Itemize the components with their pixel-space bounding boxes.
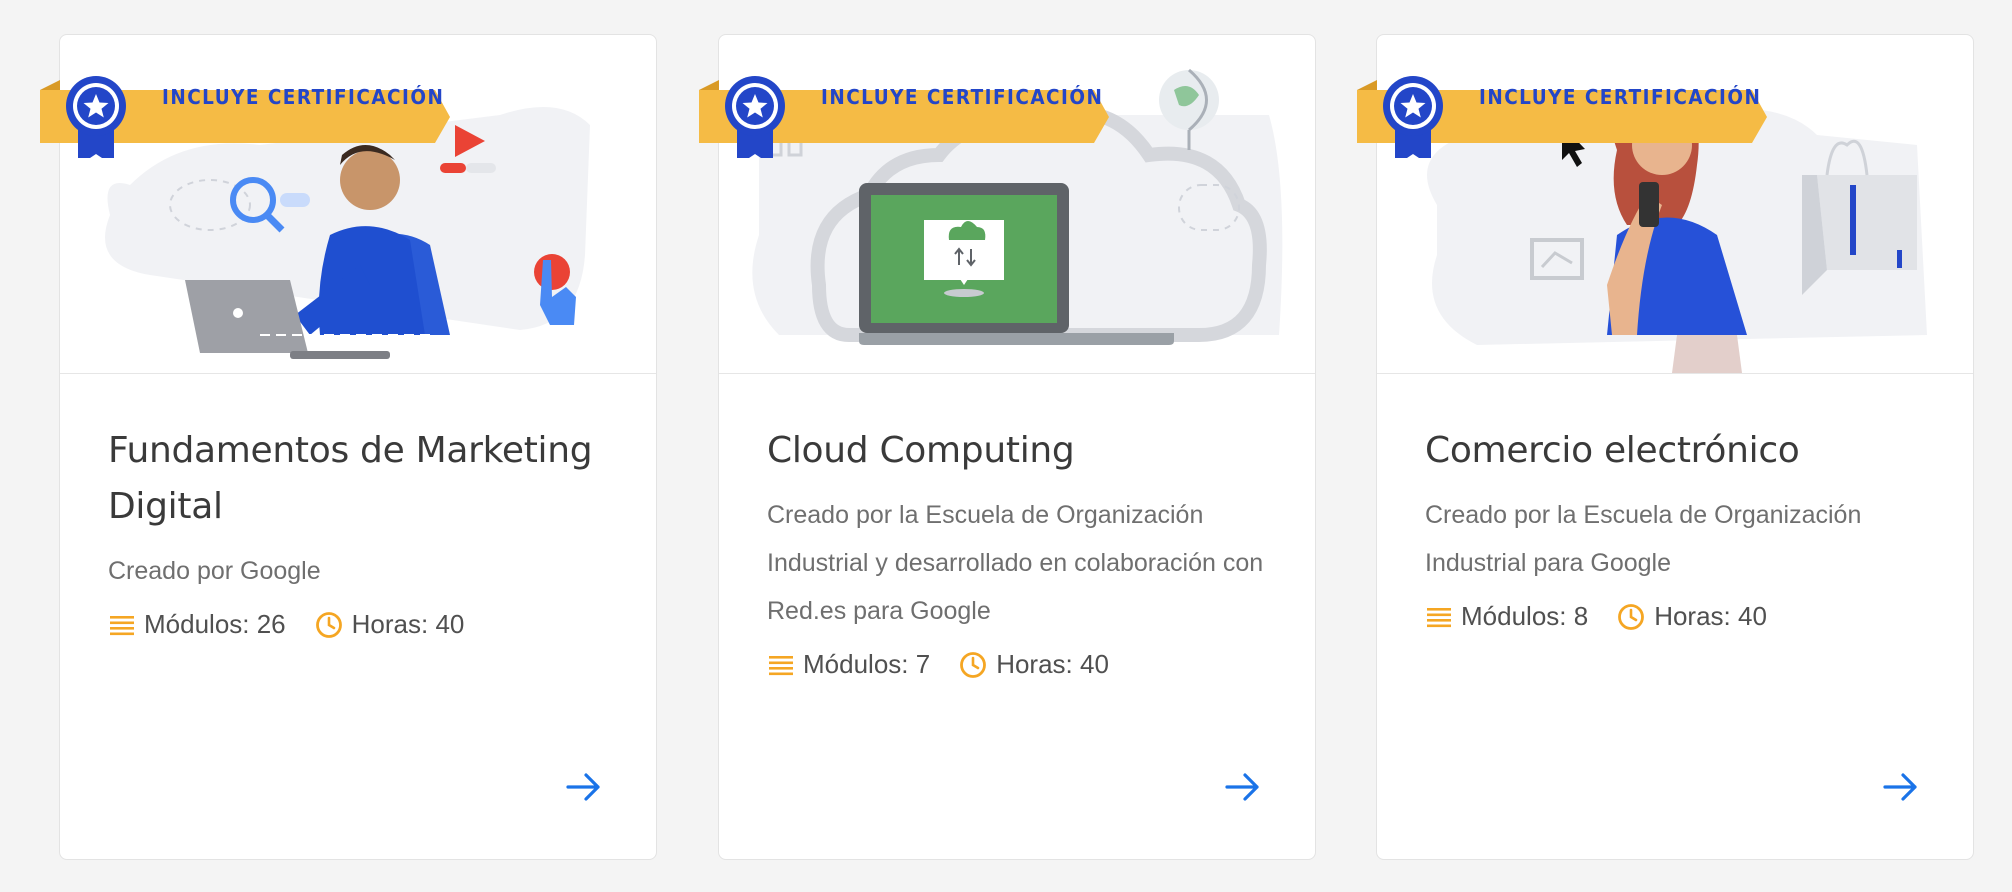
hours-info: Horas: 40: [1616, 601, 1767, 632]
course-card-ecommerce[interactable]: INCLUYE CERTIFICACIÓN Comercio electróni…: [1357, 34, 1974, 860]
open-course-button[interactable]: [1881, 767, 1921, 807]
open-course-button[interactable]: [564, 767, 604, 807]
hours-label: Horas: 40: [1654, 601, 1767, 631]
course-author: Creado por la Escuela de Organización In…: [767, 501, 1264, 625]
list-icon: [769, 655, 793, 675]
hours-info: Horas: 40: [314, 609, 465, 640]
hours-label: Horas: 40: [996, 649, 1109, 679]
certification-badge-label: INCLUYE CERTIFICACIÓN: [1479, 85, 1762, 109]
course-title: Fundamentos de Marketing Digital: [108, 430, 593, 527]
modules-label: Módulos: 7: [803, 649, 931, 679]
arrow-right-icon: [1883, 773, 1917, 801]
modules-info: Módulos: 8: [1425, 601, 1588, 632]
certification-badge-label: INCLUYE CERTIFICACIÓN: [162, 85, 445, 109]
list-icon: [110, 615, 134, 635]
modules-label: Módulos: 26: [144, 609, 286, 639]
course-card-cloud[interactable]: INCLUYE CERTIFICACIÓN Cloud Computing Cr…: [699, 34, 1316, 860]
card-image: INCLUYE CERTIFICACIÓN: [40, 35, 656, 374]
modules-label: Módulos: 8: [1461, 601, 1589, 631]
certification-badge-label: INCLUYE CERTIFICACIÓN: [821, 85, 1104, 109]
clock-icon: [315, 611, 342, 638]
course-meta: Módulos: 26 Horas: 40: [108, 609, 608, 640]
clock-icon: [1618, 603, 1645, 630]
arrow-right-icon: [566, 773, 600, 801]
hours-info: Horas: 40: [958, 649, 1109, 680]
hours-label: Horas: 40: [351, 609, 465, 639]
card-image: INCLUYE CERTIFICACIÓN: [1357, 35, 1973, 374]
arrow-right-icon: [1225, 773, 1259, 801]
course-title: Comercio electrónico: [1425, 430, 1800, 471]
modules-info: Módulos: 7: [767, 649, 930, 680]
course-meta: Módulos: 8 Horas: 40: [1425, 601, 1925, 632]
course-author: Creado por Google: [108, 557, 321, 585]
card-image: INCLUYE CERTIFICACIÓN: [699, 35, 1315, 374]
course-card-marketing[interactable]: INCLUYE CERTIFICACIÓN Fundamentos de Mar…: [40, 34, 657, 860]
list-icon: [1427, 607, 1451, 627]
clock-icon: [960, 651, 987, 678]
course-author: Creado por la Escuela de Organización In…: [1425, 501, 1862, 577]
course-meta: Módulos: 7 Horas: 40: [767, 649, 1267, 680]
certification-badge: [40, 76, 450, 158]
course-title: Cloud Computing: [767, 430, 1075, 471]
certification-badge: [699, 76, 1109, 158]
certification-badge: [1357, 76, 1767, 158]
open-course-button[interactable]: [1223, 767, 1263, 807]
modules-info: Módulos: 26: [108, 609, 286, 640]
